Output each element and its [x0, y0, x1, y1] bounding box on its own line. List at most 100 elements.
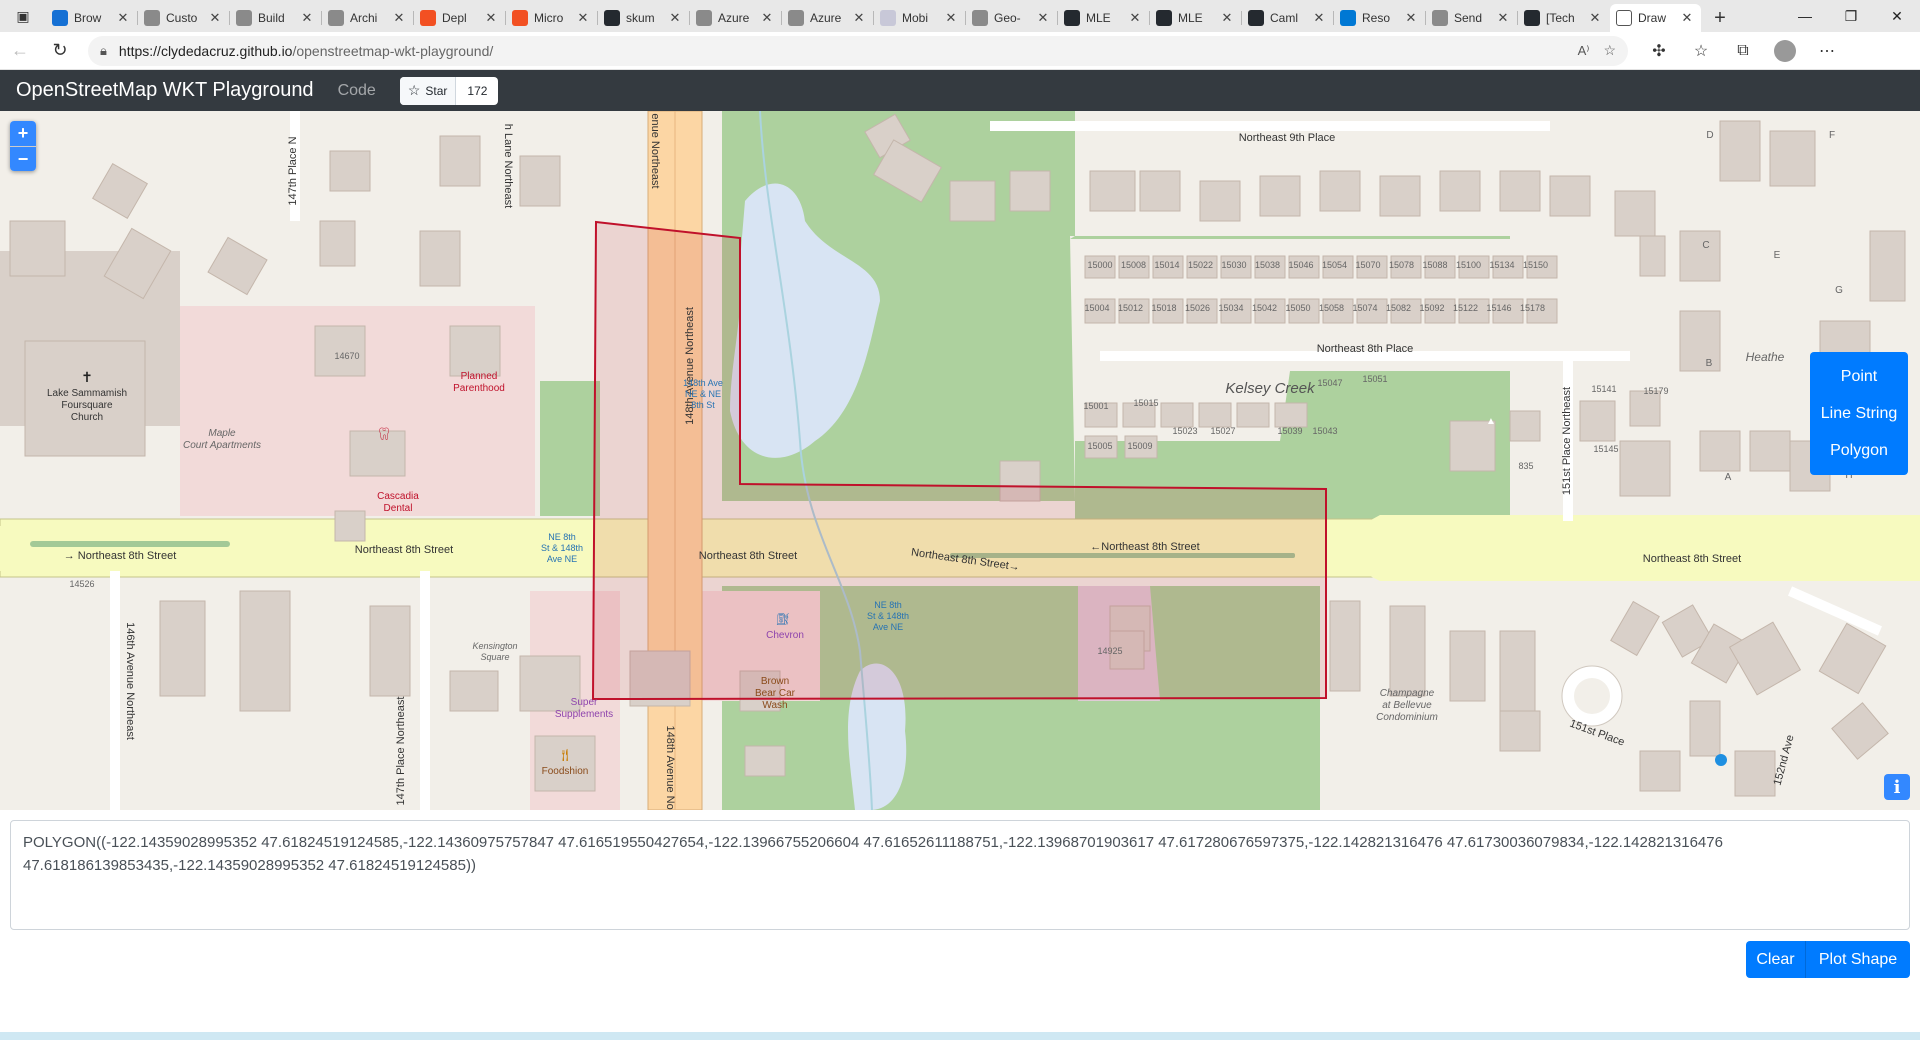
building [159, 600, 206, 697]
ne-8th-street-mid-label: Northeast 8th Street [699, 550, 797, 562]
townhouse [1236, 402, 1270, 428]
extensions-icon[interactable]: ✣ [1638, 32, 1680, 70]
planned-parenthood-label: Parenthood [453, 383, 505, 394]
building [334, 510, 366, 542]
146th-ave [110, 571, 120, 810]
action-buttons: Clear Plot Shape [1746, 941, 1910, 978]
map-tiles[interactable]: Northeast 9th Place Northeast 8th Place Ke… [0, 111, 1920, 810]
ne-8th-place-label: Northeast 8th Place [1317, 343, 1414, 355]
map-canvas[interactable]: Northeast 9th Place Northeast 8th Place Ke… [0, 111, 1920, 810]
close-window-icon[interactable]: ✕ [1874, 0, 1920, 32]
browser-tab[interactable]: Depl ✕ [413, 4, 505, 32]
browser-tab[interactable]: Azure ✕ [781, 4, 873, 32]
url-field[interactable]: 🔒︎ https://clydedacruz.github.io/openstr… [88, 35, 1628, 66]
restore-icon[interactable]: ❐ [1828, 0, 1874, 32]
draw-point-button[interactable]: Point [1810, 358, 1908, 395]
read-aloud-icon[interactable]: A⁾ [1578, 43, 1590, 59]
tab-close-icon[interactable]: ✕ [483, 10, 499, 26]
browser-tab[interactable]: MLE ✕ [1149, 4, 1241, 32]
browser-tab[interactable]: Send ✕ [1425, 4, 1517, 32]
browser-tab[interactable]: Reso ✕ [1333, 4, 1425, 32]
bus-stop-label: Ave NE [873, 622, 903, 632]
new-tab-button[interactable]: + [1702, 4, 1738, 32]
minimize-icon[interactable]: — [1782, 0, 1828, 32]
browser-tab[interactable]: Micro ✕ [505, 4, 597, 32]
collections-icon[interactable]: ⧉ [1722, 32, 1764, 70]
tab-close-icon[interactable]: ✕ [391, 10, 407, 26]
more-menu-icon[interactable]: ⋯ [1806, 32, 1848, 70]
zoom-in-button[interactable]: + [10, 121, 36, 146]
browser-tab[interactable]: Mobi ✕ [873, 4, 965, 32]
tab-close-icon[interactable]: ✕ [575, 10, 591, 26]
tab-close-icon[interactable]: ✕ [1403, 10, 1419, 26]
building [1139, 170, 1181, 212]
browser-tab[interactable]: Caml ✕ [1241, 4, 1333, 32]
plot-shape-button[interactable]: Plot Shape [1806, 941, 1910, 978]
browser-tab[interactable]: MLE ✕ [1057, 4, 1149, 32]
browser-tab[interactable]: [Tech ✕ [1517, 4, 1609, 32]
building-letter: C [1702, 240, 1709, 251]
tab-close-icon[interactable]: ✕ [1587, 10, 1603, 26]
clear-button[interactable]: Clear [1746, 941, 1806, 978]
attribution-info-button[interactable]: i [1884, 774, 1910, 800]
house-number: 14670 [334, 351, 359, 361]
tab-favicon-icon [1064, 10, 1080, 26]
house-number: 15018 [1151, 303, 1176, 313]
browser-tab[interactable]: Archi ✕ [321, 4, 413, 32]
tab-close-icon[interactable]: ✕ [759, 10, 775, 26]
tab-close-icon[interactable]: ✕ [1127, 10, 1143, 26]
browser-tab[interactable]: Custo ✕ [137, 4, 229, 32]
browser-tab[interactable]: skum ✕ [597, 4, 689, 32]
wkt-textarea[interactable] [10, 820, 1910, 930]
building [91, 162, 149, 220]
tab-title: Custo [166, 11, 198, 25]
building [319, 220, 356, 267]
add-favorite-icon[interactable]: ☆ [1603, 42, 1616, 59]
back-button[interactable]: ← [0, 32, 40, 70]
house-number: 15100 [1456, 260, 1481, 270]
browser-toolbar: ✣ ☆ ⧉ ⋯ [1638, 32, 1848, 70]
tab-close-icon[interactable]: ✕ [207, 10, 223, 26]
building [1699, 430, 1741, 472]
maple-court-label: Maple [208, 428, 236, 439]
tab-close-icon[interactable]: ✕ [299, 10, 315, 26]
code-link[interactable]: Code [338, 82, 376, 100]
app-title[interactable]: OpenStreetMap WKT Playground [16, 79, 314, 102]
browser-tab[interactable]: Azure ✕ [689, 4, 781, 32]
github-star-button[interactable]: ☆ Star [399, 76, 457, 105]
tab-title: Depl [442, 11, 467, 25]
building [1549, 175, 1591, 217]
browser-tab[interactable]: Draw ✕ [1610, 4, 1701, 32]
tab-title: Caml [1270, 11, 1299, 25]
github-star-widget[interactable]: ☆ Star 172 [399, 76, 499, 105]
location-marker [1715, 754, 1727, 766]
star-count[interactable]: 172 [456, 77, 498, 105]
tab-close-icon[interactable]: ✕ [115, 10, 131, 26]
house-number: 15178 [1520, 303, 1545, 313]
draw-polygon-button[interactable]: Polygon [1810, 432, 1908, 469]
tab-close-icon[interactable]: ✕ [1311, 10, 1327, 26]
favorites-icon[interactable]: ☆ [1680, 32, 1722, 70]
tab-close-icon[interactable]: ✕ [1495, 10, 1511, 26]
profile-avatar[interactable] [1764, 32, 1806, 70]
tab-favicon-icon [1524, 10, 1540, 26]
house-number: 15082 [1386, 303, 1411, 313]
house-number: 15008 [1121, 260, 1146, 270]
browser-tab[interactable]: Geo- ✕ [965, 4, 1057, 32]
zoom-out-button[interactable]: − [10, 146, 36, 171]
building [207, 236, 268, 296]
refresh-button[interactable]: ↻ [40, 32, 80, 70]
draw-linestring-button[interactable]: Line String [1810, 395, 1908, 432]
tab-close-icon[interactable]: ✕ [851, 10, 867, 26]
tab-actions-menu-icon[interactable]: ▣ [0, 0, 46, 32]
tab-close-icon[interactable]: ✕ [1035, 10, 1051, 26]
tab-favicon-icon [696, 10, 712, 26]
browser-tab[interactable]: Build ✕ [229, 4, 321, 32]
house-number: 15015 [1133, 398, 1158, 408]
tab-close-icon[interactable]: ✕ [943, 10, 959, 26]
tab-close-icon[interactable]: ✕ [667, 10, 683, 26]
bus-stop-label: NE 8th [548, 532, 576, 542]
tab-close-icon[interactable]: ✕ [1219, 10, 1235, 26]
browser-tab[interactable]: Brow ✕ [46, 4, 137, 32]
tab-close-icon[interactable]: ✕ [1679, 10, 1695, 26]
